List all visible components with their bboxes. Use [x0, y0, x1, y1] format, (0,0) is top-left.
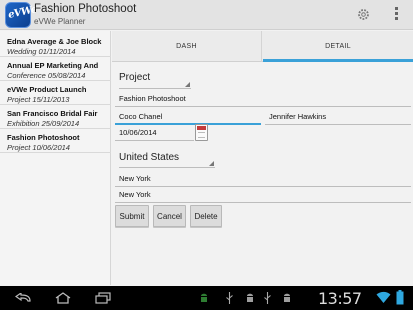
list-item[interactable]: Fashion Photoshoot Project 10/06/2014	[0, 130, 111, 153]
list-item[interactable]: Annual EP Marketing And Conference 05/08…	[0, 58, 111, 81]
event-title: Fashion Photoshoot	[7, 133, 80, 142]
event-title: San Francisco Bridal Fair	[7, 109, 98, 118]
city-field[interactable]: New York	[115, 187, 411, 203]
client-field[interactable]: Coco Chanel	[115, 109, 261, 125]
event-name-field[interactable]: Fashion Photoshoot	[115, 91, 411, 107]
event-title: eVWe Product Launch	[7, 85, 87, 94]
overflow-menu-icon[interactable]	[395, 7, 399, 23]
event-type-spinner[interactable]: Project	[119, 72, 191, 89]
action-bar: eVWe Fashion Photoshoot eVWe Planner	[0, 0, 413, 30]
tab-bar: DASH DETAIL	[112, 31, 413, 62]
event-title: Annual EP Marketing And	[7, 61, 99, 70]
delete-button[interactable]: Delete	[190, 205, 222, 227]
android-notification-icon	[201, 293, 207, 302]
app-title: Fashion Photoshoot	[34, 3, 137, 15]
event-subtitle: Exhibition 25/09/2014	[7, 119, 80, 128]
home-icon[interactable]	[55, 292, 71, 304]
calendar-icon[interactable]	[195, 124, 208, 141]
app-logo-icon[interactable]: eVWe	[5, 2, 38, 28]
android-notification-icon	[284, 293, 290, 302]
back-icon[interactable]	[15, 293, 31, 303]
state-field[interactable]: New York	[115, 171, 411, 187]
usb-icon	[226, 292, 233, 304]
contact-field[interactable]: Jennifer Hawkins	[265, 109, 411, 125]
system-bar: 13:57	[0, 286, 413, 310]
event-subtitle: Wedding 01/11/2014	[7, 47, 76, 56]
tab-dash[interactable]: DASH	[112, 31, 262, 62]
app-subtitle: eVWe Planner	[34, 17, 86, 26]
list-item[interactable]: San Francisco Bridal Fair Exhibition 25/…	[0, 106, 111, 129]
clock: 13:57	[318, 289, 362, 308]
settings-gear-icon[interactable]	[357, 8, 370, 21]
event-subtitle: Conference 05/08/2014	[7, 71, 86, 80]
event-type-value: Project	[119, 72, 151, 83]
event-title: Edna Average & Joe Block	[7, 37, 102, 46]
event-list: Edna Average & Joe Block Wedding 01/11/2…	[0, 31, 111, 285]
country-value: United States	[119, 152, 180, 163]
battery-icon	[396, 290, 404, 305]
event-subtitle: Project 10/06/2014	[7, 143, 70, 152]
event-subtitle: Project 15/11/2013	[7, 95, 70, 104]
submit-button[interactable]: Submit	[115, 205, 149, 227]
usb-debug-icon	[264, 292, 271, 304]
android-debug-icon	[247, 293, 253, 302]
date-field[interactable]: 10/06/2014	[115, 125, 194, 141]
list-item[interactable]: Edna Average & Joe Block Wedding 01/11/2…	[0, 34, 111, 57]
list-item[interactable]: eVWe Product Launch Project 15/11/2013	[0, 82, 111, 105]
spinner-caret-icon	[209, 161, 214, 166]
tab-detail[interactable]: DETAIL	[263, 31, 413, 62]
country-spinner[interactable]: United States	[119, 152, 215, 168]
cancel-button[interactable]: Cancel	[153, 205, 186, 227]
spinner-caret-icon	[185, 82, 190, 87]
recent-apps-icon[interactable]	[95, 292, 111, 304]
wifi-icon	[376, 291, 391, 303]
